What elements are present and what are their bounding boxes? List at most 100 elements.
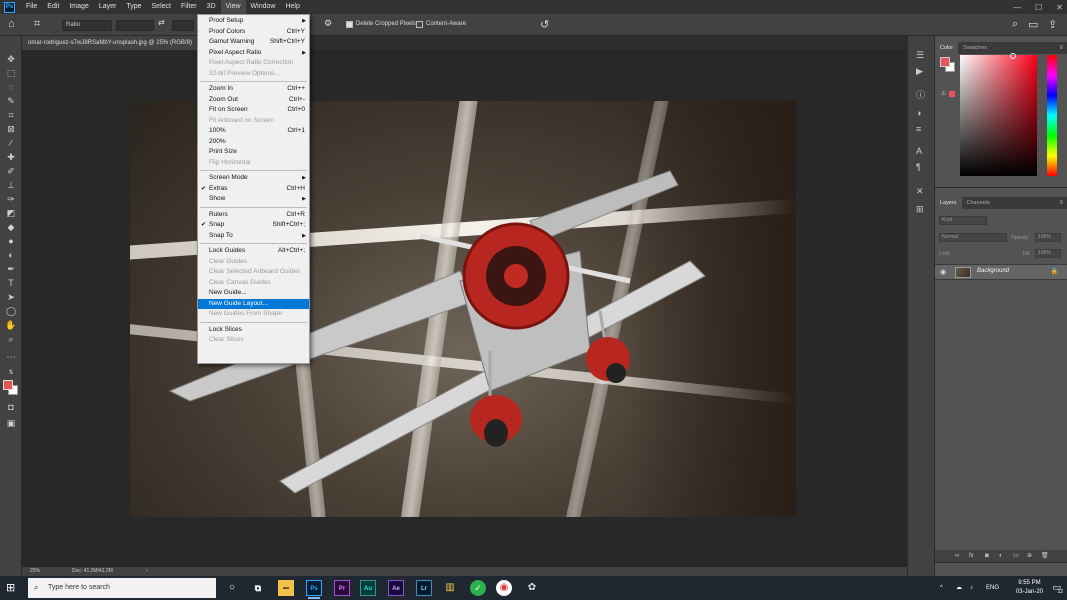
- healing-brush-tool-icon[interactable]: ✚: [4, 150, 18, 164]
- adjustment-layer-icon[interactable]: ◐: [999, 550, 1003, 562]
- reset-icon[interactable]: ↺: [540, 18, 549, 31]
- gear-icon[interactable]: ⚙: [324, 18, 332, 29]
- eyedropper-tool-icon[interactable]: ⁄: [4, 136, 18, 150]
- color-picker-field[interactable]: [960, 53, 1037, 176]
- frame-tool-icon[interactable]: ⊠: [4, 122, 18, 136]
- foreground-color-swatch[interactable]: [3, 380, 13, 390]
- view-menu-item[interactable]: 200%: [198, 137, 309, 147]
- dodge-tool-icon[interactable]: ◐: [4, 248, 18, 262]
- layer-name[interactable]: Background: [977, 268, 1009, 274]
- paragraph-panel-icon[interactable]: ¶: [916, 162, 921, 172]
- gamut-swatch[interactable]: [949, 91, 955, 97]
- windows-start-icon[interactable]: ⊞: [6, 582, 18, 594]
- menu-window[interactable]: Window: [246, 0, 281, 14]
- screen-mode-icon[interactable]: ▣: [4, 416, 18, 430]
- view-menu-item[interactable]: Zoom In Ctrl++: [198, 84, 309, 94]
- menu-type[interactable]: Type: [121, 0, 146, 14]
- green-app-icon[interactable]: ✓: [470, 580, 486, 596]
- language-indicator[interactable]: ENG: [986, 576, 999, 600]
- view-menu-item[interactable]: 100% Ctrl+1: [198, 126, 309, 136]
- crop-tool-icon[interactable]: ⌗: [4, 108, 18, 122]
- blend-mode-select[interactable]: Normal: [939, 233, 1007, 242]
- misc-app-icon[interactable]: ✿: [524, 580, 540, 596]
- minimize-button[interactable]: —: [1013, 3, 1021, 12]
- new-layer-icon[interactable]: ⊕: [1027, 550, 1032, 562]
- workspace-icon[interactable]: ▭: [1028, 18, 1038, 31]
- eraser-tool-icon[interactable]: ◩: [4, 206, 18, 220]
- marquee-tool-icon[interactable]: ⬚: [4, 66, 18, 80]
- system-clock[interactable]: 9:55 PM 03-Jan-20: [1016, 579, 1043, 597]
- ratio-height-input[interactable]: [172, 20, 194, 31]
- panel-menu-icon[interactable]: ≡: [1059, 197, 1063, 209]
- view-menu-item[interactable]: New Guide...: [198, 288, 309, 298]
- view-menu-item[interactable]: Gamut Warning Shift+Ctrl+Y: [198, 37, 309, 47]
- ratio-select[interactable]: Ratio: [62, 20, 112, 31]
- zoom-level[interactable]: 25%: [30, 567, 40, 576]
- tab-color[interactable]: Color: [935, 42, 959, 54]
- menu-edit[interactable]: Edit: [42, 0, 64, 14]
- tab-layers[interactable]: Layers: [935, 197, 962, 209]
- path-selection-tool-icon[interactable]: ➤: [4, 290, 18, 304]
- fill-input[interactable]: 100%: [1035, 249, 1061, 258]
- maximize-button[interactable]: ☐: [1035, 3, 1042, 12]
- brush-settings-icon[interactable]: ≡: [916, 124, 921, 134]
- blur-tool-icon[interactable]: ●: [4, 234, 18, 248]
- lock-icon[interactable]: 🔒: [1051, 268, 1058, 275]
- character-panel-icon[interactable]: A: [916, 146, 922, 156]
- trash-icon[interactable]: 🗑: [1041, 550, 1049, 562]
- view-menu-item[interactable]: Proof Colors Ctrl+Y: [198, 27, 309, 37]
- group-icon[interactable]: ▭: [1013, 550, 1019, 562]
- view-menu-item[interactable]: ✔ Snap Shift+Ctrl+;: [198, 220, 309, 230]
- content-aware-checkbox[interactable]: [416, 21, 423, 28]
- audition-taskbar-icon[interactable]: Au: [360, 580, 376, 596]
- view-menu-item[interactable]: Screen Mode ▶: [198, 173, 309, 183]
- volume-icon[interactable]: ♪: [970, 576, 973, 600]
- color-foreground-swatch[interactable]: [940, 57, 950, 67]
- menu-filter[interactable]: Filter: [176, 0, 202, 14]
- swap-icon[interactable]: ⇄: [158, 18, 165, 27]
- history-brush-tool-icon[interactable]: ✑: [4, 192, 18, 206]
- layer-row[interactable]: ◉ Background 🔒: [935, 264, 1067, 280]
- tools-settings-icon[interactable]: ✕: [916, 186, 924, 197]
- premiere-taskbar-icon[interactable]: Pr: [334, 580, 350, 596]
- adjustments-panel-icon[interactable]: ◑: [916, 108, 921, 118]
- history-panel-icon[interactable]: ☰: [916, 50, 924, 61]
- close-button[interactable]: ✕: [1056, 3, 1063, 12]
- pen-tool-icon[interactable]: ✒: [4, 262, 18, 276]
- menu-view[interactable]: View: [220, 0, 246, 14]
- crop-tool-icon[interactable]: ⌗: [34, 18, 40, 31]
- panel-menu-icon[interactable]: ≡: [1059, 42, 1063, 54]
- lightroom-taskbar-icon[interactable]: Lr: [416, 580, 432, 596]
- photoshop-taskbar-icon[interactable]: Ps: [306, 580, 322, 599]
- delete-cropped-checkbox[interactable]: [346, 21, 353, 28]
- search-icon[interactable]: ⌕: [1012, 18, 1018, 31]
- view-menu-item[interactable]: Pixel Aspect Ratio ▶: [198, 48, 309, 58]
- zoom-tool-icon[interactable]: ⌕: [4, 332, 18, 346]
- view-menu-item[interactable]: Fit on Screen Ctrl+0: [198, 105, 309, 115]
- view-menu-item[interactable]: Lock Guides Alt+Ctrl+;: [198, 246, 309, 256]
- menu-layer[interactable]: Layer: [94, 0, 122, 14]
- view-menu-item[interactable]: Snap To ▶: [198, 231, 309, 241]
- ratio-width-input[interactable]: [116, 20, 154, 31]
- brush-tool-icon[interactable]: ✐: [4, 164, 18, 178]
- info-panel-icon[interactable]: ⓘ: [916, 88, 925, 101]
- chrome-taskbar-icon[interactable]: ◉: [496, 580, 512, 596]
- link-layers-icon[interactable]: ∞: [955, 550, 959, 562]
- view-menu-item[interactable]: New Guide Layout...: [198, 298, 309, 309]
- task-view-icon[interactable]: ⧉: [250, 580, 266, 596]
- layer-style-icon[interactable]: fx: [969, 550, 974, 562]
- swap-colors-icon[interactable]: ⇅: [4, 366, 18, 380]
- after-effects-taskbar-icon[interactable]: Ae: [388, 580, 404, 596]
- network-icon[interactable]: ☁: [956, 576, 962, 600]
- properties-panel-icon[interactable]: ⊞: [916, 204, 924, 215]
- hue-slider[interactable]: [1047, 55, 1057, 176]
- tab-channels[interactable]: Channels: [962, 197, 995, 209]
- tray-arrow-icon[interactable]: ^: [940, 576, 943, 600]
- menu-image[interactable]: Image: [64, 0, 93, 14]
- tab-swatches[interactable]: Swatches: [958, 42, 992, 54]
- eye-icon[interactable]: ◉: [940, 268, 946, 276]
- view-menu-item[interactable]: ✔ Extras Ctrl+H: [198, 184, 309, 194]
- home-icon[interactable]: ⌂: [8, 18, 15, 30]
- clone-stamp-tool-icon[interactable]: ⊥: [4, 178, 18, 192]
- quick-select-tool-icon[interactable]: ✎: [4, 94, 18, 108]
